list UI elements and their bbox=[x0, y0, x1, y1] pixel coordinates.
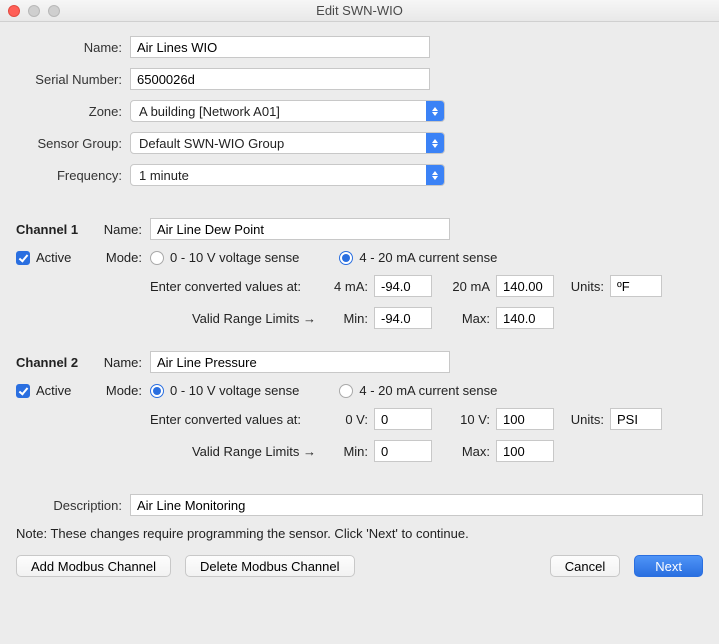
channel2-active-label: Active bbox=[36, 383, 71, 398]
channel1-units-input[interactable] bbox=[610, 275, 662, 297]
zoom-icon bbox=[48, 5, 60, 17]
channel2-mode-voltage[interactable]: 0 - 10 V voltage sense bbox=[150, 383, 299, 398]
channel1-mode-voltage[interactable]: 0 - 10 V voltage sense bbox=[150, 250, 299, 265]
channel2-high-label: 10 V: bbox=[438, 412, 496, 427]
channel2-max-input[interactable] bbox=[496, 440, 554, 462]
channel2-max-label: Max: bbox=[438, 444, 496, 459]
channel1-max-input[interactable] bbox=[496, 307, 554, 329]
channel1-low-label: 4 mA: bbox=[318, 279, 374, 294]
channel1-units-label: Units: bbox=[554, 279, 610, 294]
zone-select[interactable]: A building [Network A01] bbox=[130, 100, 445, 122]
channel1-name-input[interactable] bbox=[150, 218, 450, 240]
zone-value: A building [Network A01] bbox=[131, 104, 426, 119]
serial-input[interactable] bbox=[130, 68, 430, 90]
window-title: Edit SWN-WIO bbox=[0, 3, 719, 18]
channel1-header: Channel 1 bbox=[16, 222, 98, 237]
window-controls bbox=[0, 5, 60, 17]
channel2-units-input[interactable] bbox=[610, 408, 662, 430]
channel2-units-label: Units: bbox=[554, 412, 610, 427]
next-button[interactable]: Next bbox=[634, 555, 703, 577]
minimize-icon bbox=[28, 5, 40, 17]
channel1-active-label: Active bbox=[36, 250, 71, 265]
channel2-header: Channel 2 bbox=[16, 355, 98, 370]
channel2-high-input[interactable] bbox=[496, 408, 554, 430]
channel1-high-input[interactable] bbox=[496, 275, 554, 297]
channel2-name-label: Name: bbox=[98, 355, 150, 370]
delete-modbus-button[interactable]: Delete Modbus Channel bbox=[185, 555, 354, 577]
description-input[interactable] bbox=[130, 494, 703, 516]
channel2-mode-current[interactable]: 4 - 20 mA current sense bbox=[339, 383, 497, 398]
sensor-group-value: Default SWN-WIO Group bbox=[131, 136, 426, 151]
channel1-name-label: Name: bbox=[98, 222, 150, 237]
frequency-label: Frequency: bbox=[16, 168, 130, 183]
zone-label: Zone: bbox=[16, 104, 130, 119]
chevron-updown-icon bbox=[426, 133, 444, 153]
channel1-conv-label: Enter converted values at: bbox=[150, 279, 318, 294]
channel1-mode-current[interactable]: 4 - 20 mA current sense bbox=[339, 250, 497, 265]
channel2-name-input[interactable] bbox=[150, 351, 450, 373]
sensor-group-select[interactable]: Default SWN-WIO Group bbox=[130, 132, 445, 154]
close-icon[interactable] bbox=[8, 5, 20, 17]
channel2-min-input[interactable] bbox=[374, 440, 432, 462]
channel1-high-label: 20 mA bbox=[438, 279, 496, 294]
channel1-low-input[interactable] bbox=[374, 275, 432, 297]
channel1-vrl-label: Valid Range Limits → bbox=[150, 311, 318, 326]
channel1-mode-label: Mode: bbox=[98, 250, 150, 265]
channel2-vrl-label: Valid Range Limits → bbox=[150, 444, 318, 459]
channel1-active-checkbox[interactable] bbox=[16, 251, 30, 265]
channel2-low-label: 0 V: bbox=[318, 412, 374, 427]
channel1-max-label: Max: bbox=[438, 311, 496, 326]
note-text: Note: These changes require programming … bbox=[16, 526, 703, 541]
serial-label: Serial Number: bbox=[16, 72, 130, 87]
titlebar: Edit SWN-WIO bbox=[0, 0, 719, 22]
description-label: Description: bbox=[16, 498, 130, 513]
channel2-conv-label: Enter converted values at: bbox=[150, 412, 318, 427]
chevron-updown-icon bbox=[426, 165, 444, 185]
channel1-min-label: Min: bbox=[318, 311, 374, 326]
sensor-group-label: Sensor Group: bbox=[16, 136, 130, 151]
channel2-mode-label: Mode: bbox=[98, 383, 150, 398]
chevron-updown-icon bbox=[426, 101, 444, 121]
channel1-min-input[interactable] bbox=[374, 307, 432, 329]
name-label: Name: bbox=[16, 40, 130, 55]
add-modbus-button[interactable]: Add Modbus Channel bbox=[16, 555, 171, 577]
name-input[interactable] bbox=[130, 36, 430, 58]
cancel-button[interactable]: Cancel bbox=[550, 555, 620, 577]
frequency-select[interactable]: 1 minute bbox=[130, 164, 445, 186]
frequency-value: 1 minute bbox=[131, 168, 426, 183]
channel2-low-input[interactable] bbox=[374, 408, 432, 430]
channel2-active-checkbox[interactable] bbox=[16, 384, 30, 398]
channel2-min-label: Min: bbox=[318, 444, 374, 459]
